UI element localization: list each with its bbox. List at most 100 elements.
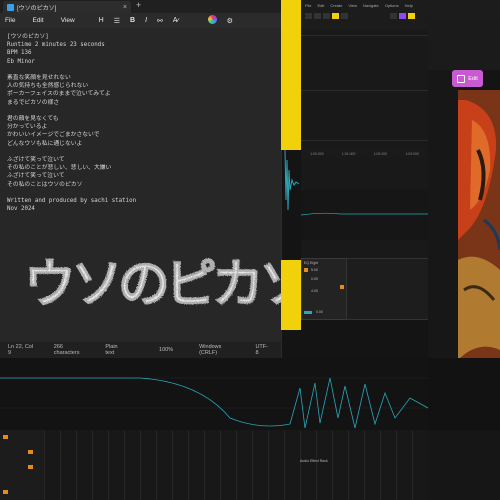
lane-divider [301,90,428,91]
menu-view[interactable]: View [61,17,75,24]
text-format[interactable]: Plain text [105,344,125,356]
text-line[interactable]: 分かっているよ [7,123,277,131]
ruler-tick: 1:00:000 [310,152,324,156]
text-line[interactable]: その私のことが悲しい、悲しい、大嫌い [7,164,277,172]
rack-toggle[interactable] [3,435,8,439]
edit-button[interactable]: Edit [452,70,483,87]
menu-edit[interactable]: Edit [32,17,43,24]
text-line[interactable]: かわいいイメージでごまかさないで [7,131,277,139]
device-display[interactable] [346,258,430,320]
rack-chain[interactable] [44,430,428,500]
notepad-text[interactable]: [ウソのピカソ] Runtime 2 minutes 23 seconds BPM … [7,33,277,213]
grid-line [284,430,285,500]
eq-spectrum[interactable] [0,358,428,430]
text-line[interactable] [7,66,277,74]
text-line[interactable]: 人の気持ちも全然感じられない [7,82,277,90]
text-line[interactable] [7,148,277,156]
notepad-icon [7,3,14,11]
grid-line [124,430,125,500]
automation-button[interactable] [399,13,406,19]
grid-line [396,430,397,500]
notepad-statusbar: Ln 22, Col 9 266 characters Plain text 1… [0,342,281,358]
grid-line [108,430,109,500]
daw-menu-item[interactable]: Navigate [363,3,379,9]
link-icon[interactable]: ⚯ [157,17,163,25]
device-value-4[interactable]: 0.00 [316,310,323,314]
rack-toggle[interactable] [3,490,8,494]
grid-line [348,430,349,500]
daw-menu-item[interactable]: Create [330,3,342,9]
daw-menu-item[interactable]: Edit [317,3,324,9]
copilot-icon[interactable] [207,15,217,26]
track-color-strip [281,0,301,150]
grid-line [60,430,61,500]
settings-icon[interactable]: ⚙ [227,17,233,25]
text-line[interactable] [7,107,277,115]
grid-line [188,430,189,500]
zoom-level[interactable]: 100% [159,347,173,353]
close-tab-icon[interactable]: × [123,4,127,11]
mixer-panel[interactable] [428,430,500,500]
notepad-tab[interactable]: [ウソのピカソ] × [3,1,131,13]
band-toggle[interactable] [340,285,344,289]
text-line[interactable]: Written and produced by sachi station [7,197,277,205]
clip-waveform [284,149,300,211]
follow-button[interactable] [332,13,339,19]
text-line[interactable]: BPM 136 [7,49,277,57]
grid-line [380,430,381,500]
text-line[interactable]: ふざけて笑って泣いて [7,156,277,164]
text-line[interactable]: その私のことはウソのピカソ [7,181,277,189]
text-line[interactable]: Runtime 2 minutes 23 seconds [7,41,277,49]
automation-lane[interactable] [300,190,428,240]
heading-icon[interactable]: H [99,17,104,24]
device-value-1[interactable]: 5.00 [311,268,318,272]
grid-line [300,430,301,500]
text-line[interactable]: 素直な笑顔を見せれない [7,74,277,82]
text-line[interactable]: まるでピカソの様さ [7,99,277,107]
line-ending[interactable]: Windows (CRLF) [199,344,235,356]
daw-menu-item[interactable]: Options [385,3,399,9]
lane-divider [301,140,428,141]
daw-menu-item[interactable]: Help [405,3,413,9]
bold-button[interactable]: B [130,17,135,24]
grid-line [76,430,77,500]
timeline-ruler[interactable]: 1:00:000 1:01:000 1:02:000 1:03:000 [301,150,428,158]
text-line[interactable]: Eb Minor [7,58,277,66]
text-line[interactable]: ポーカーフェイスのままで泣いてみてよ [7,90,277,98]
ruler-tick: 1:03:000 [405,152,419,156]
device-value-3[interactable]: 4.00 [311,289,318,293]
band-toggle[interactable] [304,268,308,272]
punch-button[interactable] [390,13,397,19]
grid-line [252,430,253,500]
text-line[interactable]: [ウソのピカソ] [7,33,277,41]
record-button[interactable] [323,13,330,19]
rack-toggle[interactable] [28,450,33,454]
rack-toggle[interactable] [28,465,33,469]
list-icon[interactable]: ☰ [114,17,120,25]
daw-menu-item[interactable]: File [305,3,311,9]
grid-line [92,430,93,500]
mode-button[interactable] [304,311,312,314]
text-line[interactable] [7,189,277,197]
text-line[interactable]: どんなウソも私に通じないよ [7,140,277,148]
grid-line [316,430,317,500]
midi-map-button[interactable] [408,13,415,19]
italic-button[interactable]: I [145,17,147,24]
device-value-2[interactable]: 0.00 [311,277,318,281]
grid-line [332,430,333,500]
stop-button[interactable] [314,13,321,19]
rack-panel[interactable] [0,430,45,500]
clear-format-icon[interactable]: A̷ [173,17,178,24]
cursor-position: Ln 22, Col 9 [8,344,34,356]
text-line[interactable]: Nov 2024 [7,205,277,213]
play-button[interactable] [305,13,312,19]
loop-button[interactable] [341,13,348,19]
encoding[interactable]: UTF-8 [255,344,269,356]
text-line[interactable]: 君の顔を見なくても [7,115,277,123]
menu-file[interactable]: File [5,17,15,24]
text-line[interactable]: ふざけて笑って泣いて [7,172,277,180]
notepad-menubar: File Edit View H ☰ B I ⚯ A̷ ⚙ [0,13,281,28]
eq-device[interactable]: EQ Eight 5.00 0.00 4.00 0.00 [301,258,348,320]
new-tab-icon[interactable]: + [136,0,141,10]
daw-menu-item[interactable]: View [348,3,357,9]
